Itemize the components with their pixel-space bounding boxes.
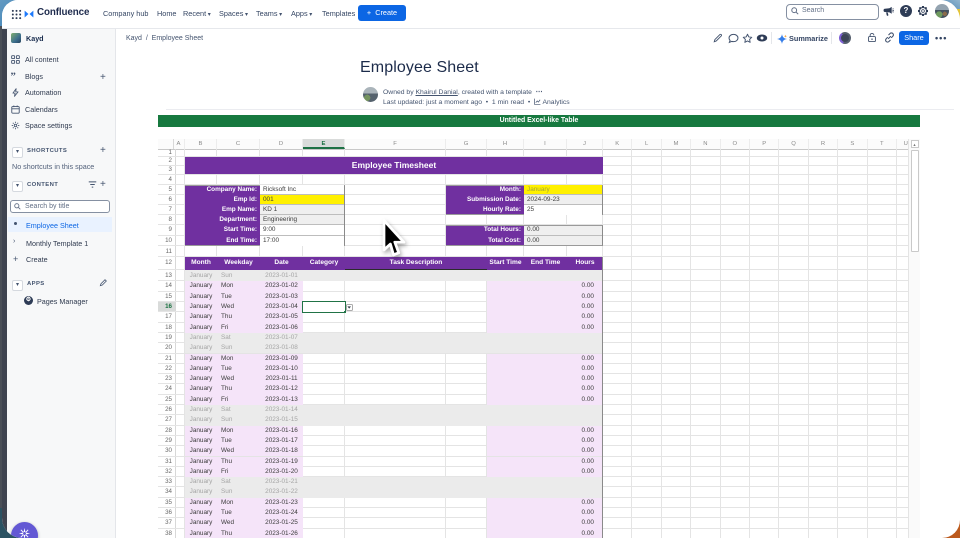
svg-text:”: ”: [11, 72, 16, 81]
